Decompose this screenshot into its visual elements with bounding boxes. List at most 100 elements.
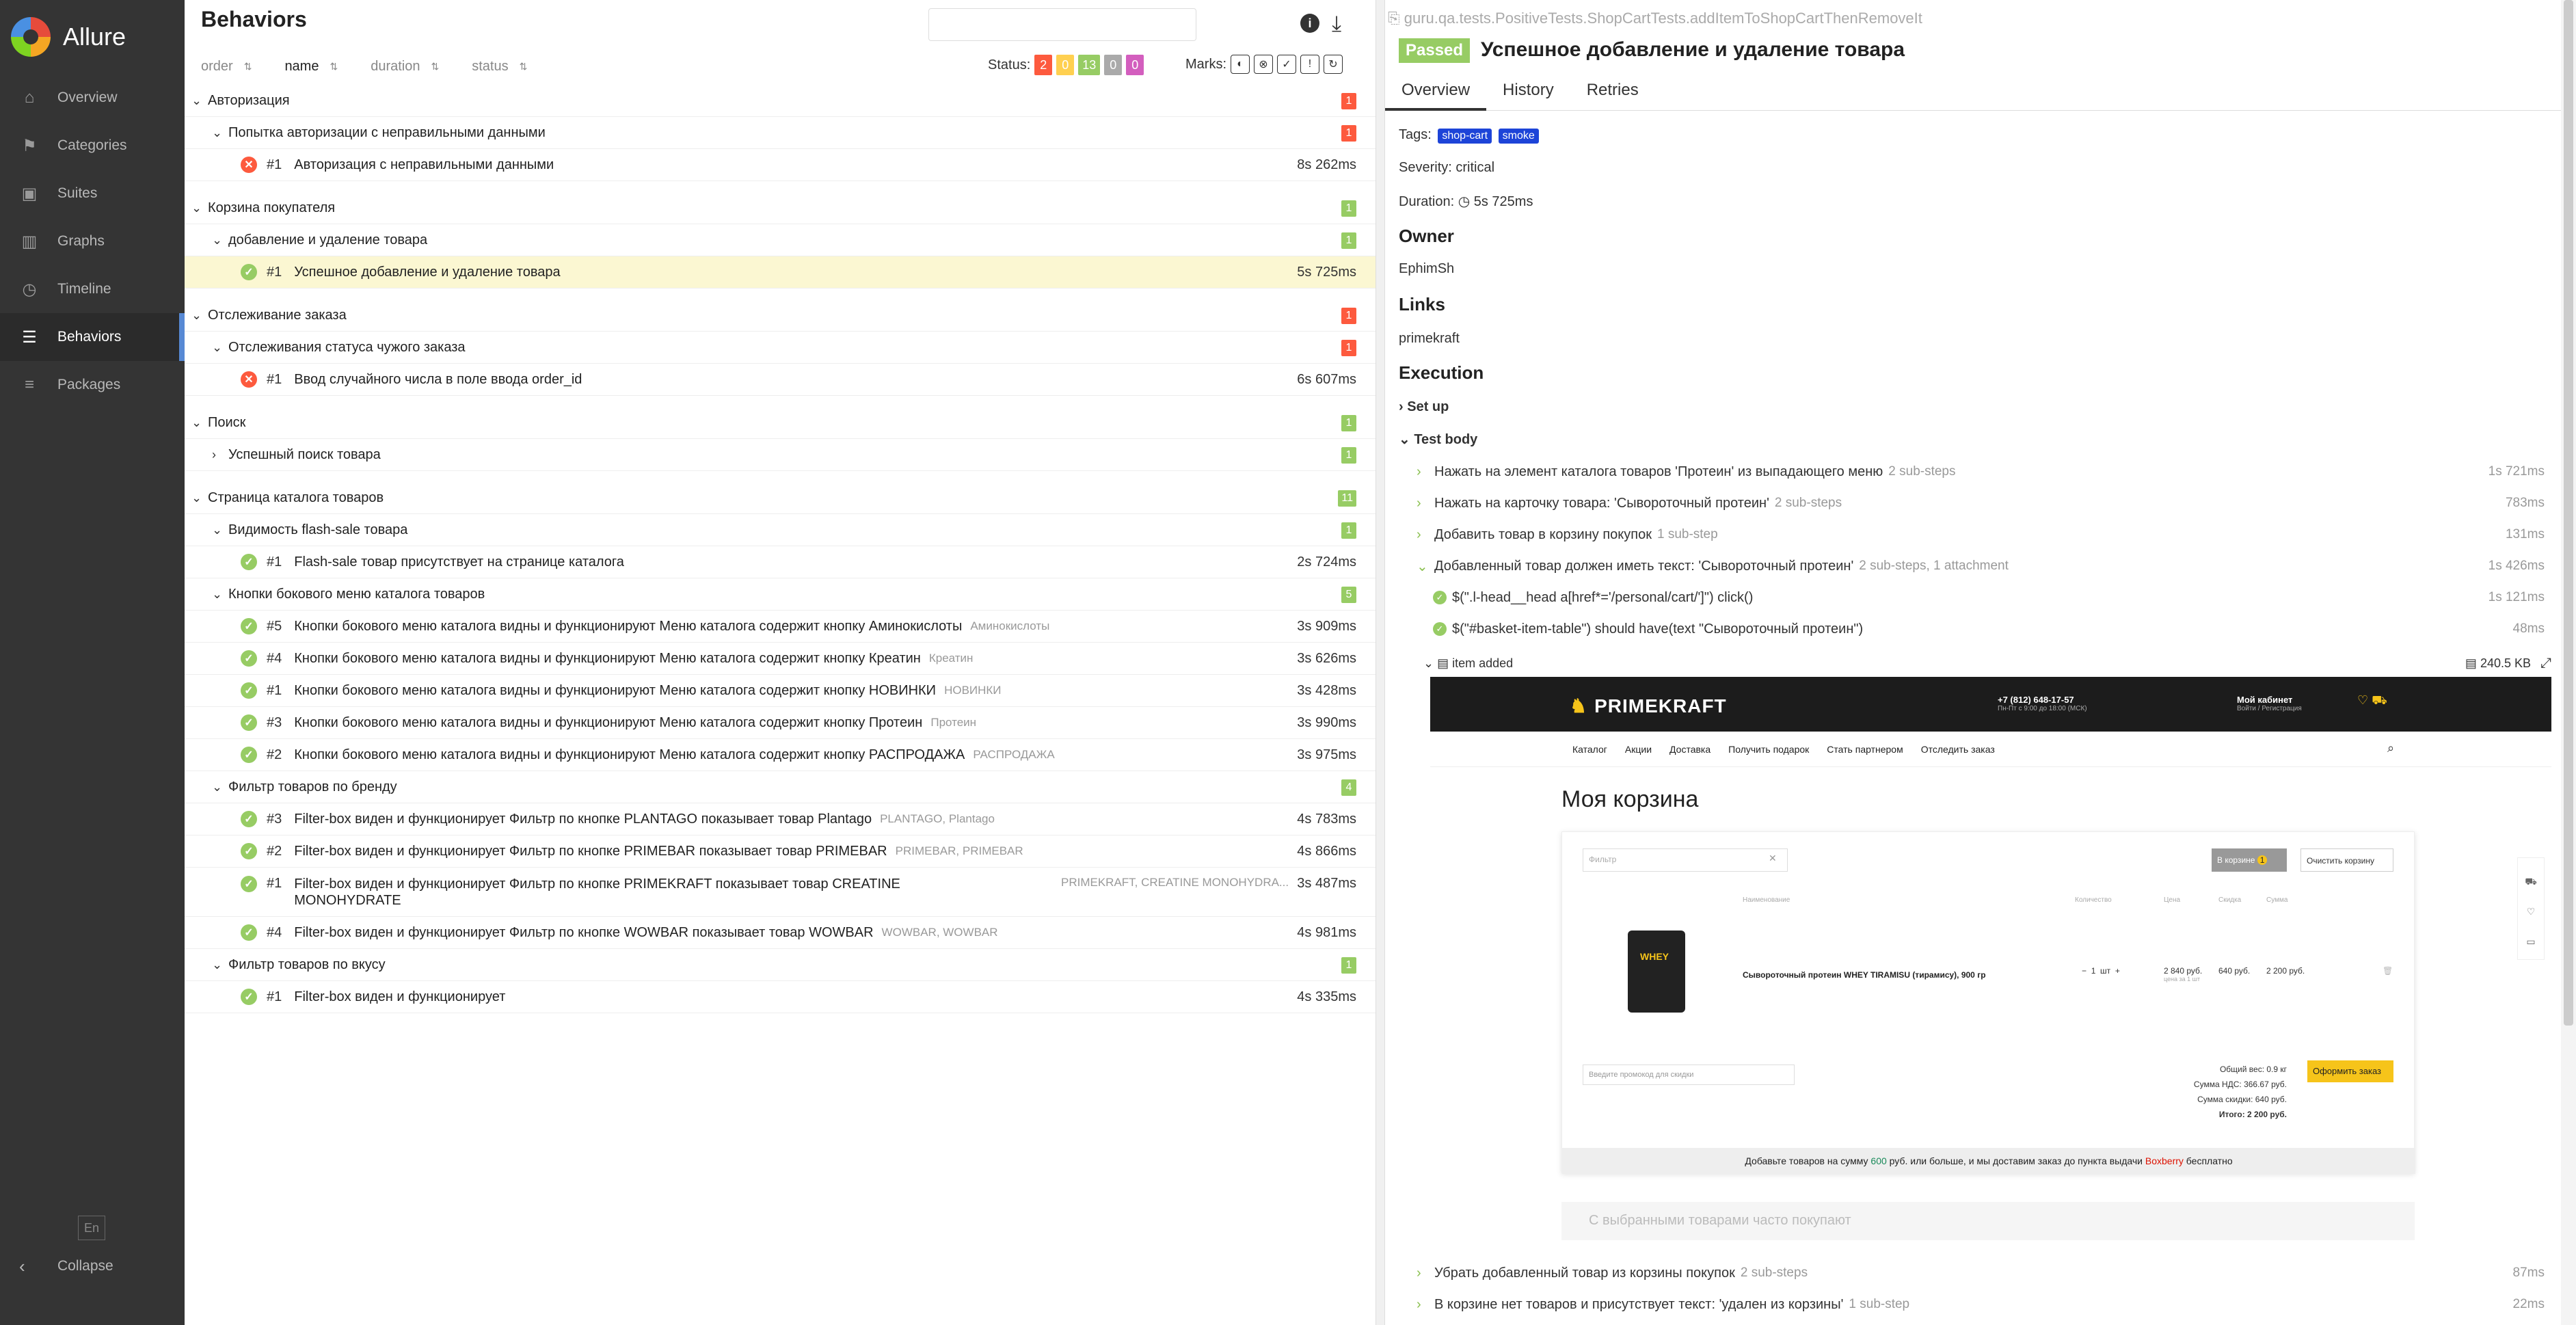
test-case-row[interactable]: ✓ #3 Filter-box виден и функционирует Филь…	[185, 803, 1376, 835]
step-row[interactable]: › Добавить товар в корзину покупок 1 sub…	[1417, 521, 2551, 548]
status-passed-toggle[interactable]: 13	[1078, 55, 1101, 75]
scrollbar-thumb[interactable]	[2564, 0, 2573, 1026]
test-index: #5	[267, 618, 282, 634]
delivery-banner: Добавьте товаров на сумму 600 руб. или б…	[1562, 1148, 2415, 1174]
qty-value: 1	[2091, 966, 2096, 976]
sidebar-item-graphs[interactable]: ▥ Graphs	[0, 217, 185, 265]
test-case-row[interactable]: ✓ #1 Filter-box виден и функционирует 4s 33…	[185, 981, 1376, 1013]
test-case-row[interactable]: ✓ #4 Filter-box виден и функционирует Филь…	[185, 917, 1376, 949]
new-failed-mark-icon[interactable]: ⊗	[1254, 55, 1273, 74]
feature-group[interactable]: ⌄ Отслеживание заказа 1	[185, 299, 1376, 332]
details-scrollbar[interactable]	[2561, 0, 2576, 1325]
collapse-button[interactable]: ‹ Collapse	[19, 1253, 113, 1280]
status-failed-toggle[interactable]: 2	[1034, 55, 1053, 75]
test-case-row[interactable]: ✓ #1 Filter-box виден и функционирует Филь…	[185, 868, 1376, 917]
pane-splitter[interactable]	[1376, 0, 1385, 1325]
sidebar-item-timeline[interactable]: ◷ Timeline	[0, 265, 185, 313]
step-row[interactable]: › В корзине нет товаров и присутствует т…	[1417, 1291, 2551, 1318]
step-row[interactable]: › Нажать на карточку товара: 'Сывороточн…	[1417, 490, 2551, 517]
link-primekraft[interactable]: primekraft	[1399, 331, 1460, 347]
tab-retries[interactable]: Retries	[1570, 72, 1655, 111]
sidebar-item-overview[interactable]: ⌂ Overview	[0, 74, 185, 122]
language-button[interactable]: En	[78, 1216, 105, 1240]
feature-group[interactable]: ⌄ Авторизация 1	[185, 85, 1376, 117]
test-case-row[interactable]: ✓ #1 Успешное добавление и удаление товара…	[185, 256, 1376, 289]
retries-mark-icon[interactable]: ↻	[1324, 55, 1343, 74]
feature-group[interactable]: ⌄ Корзина покупателя 1	[185, 192, 1376, 224]
tab-history[interactable]: History	[1486, 72, 1570, 111]
site-account-sub: Войти / Регистрация	[2237, 705, 2302, 712]
feature-group[interactable]: ⌄ Поиск 1	[185, 407, 1376, 439]
status-broken-toggle[interactable]: 0	[1056, 55, 1075, 75]
test-case-row[interactable]: ✕ #1 Ввод случайного числа в поле ввода or…	[185, 364, 1376, 396]
flaky-mark-icon[interactable]: ◐	[1231, 55, 1250, 74]
test-index: #4	[267, 924, 282, 940]
test-params: PRIMEBAR, PRIMEBAR	[895, 844, 1023, 857]
collapse-label: Collapse	[57, 1258, 113, 1274]
test-fullname-text: guru.qa.tests.PositiveTests.ShopCartTest…	[1404, 10, 1922, 27]
align-left-icon: ≡	[24, 375, 34, 394]
feature-group[interactable]: ⌄ Страница каталога товаров 11	[185, 482, 1376, 514]
sort-duration[interactable]: duration ⇅	[371, 59, 439, 75]
sidebar-item-behaviors[interactable]: ☰ Behaviors	[0, 313, 185, 361]
sidebar-item-packages[interactable]: ≡ Packages	[0, 361, 185, 409]
test-case-row[interactable]: ✓ #2 Filter-box виден и функционирует Филь…	[185, 835, 1376, 868]
new-passed-mark-icon[interactable]: ✓	[1277, 55, 1296, 74]
qty-unit: шт	[2100, 966, 2111, 976]
cart-icon: ⛟	[2372, 693, 2387, 707]
save-icon[interactable]: ▤	[2465, 656, 2480, 670]
chevron-right-icon: ›	[1417, 1265, 1421, 1281]
story-group[interactable]: ⌄ Фильтр товаров по бренду 4	[185, 771, 1376, 803]
sidebar-item-categories[interactable]: ⚑ Categories	[0, 122, 185, 170]
sort-status[interactable]: status ⇅	[472, 59, 527, 75]
story-group[interactable]: › Успешный поиск товара 1	[185, 439, 1376, 471]
attachment-screenshot[interactable]: ♞ PRIMEKRAFT +7 (812) 648-17-57 Пн-Пт с 9…	[1430, 677, 2551, 1251]
chevron-down-icon: ⌄	[212, 957, 223, 972]
test-duration: 3s 626ms	[1297, 650, 1356, 666]
substep-row[interactable]: ✓ $("#basket-item-table") should have(te…	[1433, 615, 2551, 643]
test-case-row[interactable]: ✓ #3 Кнопки бокового меню каталога видны и…	[185, 707, 1376, 739]
test-case-row[interactable]: ✓ #5 Кнопки бокового меню каталога видны и…	[185, 611, 1376, 643]
info-icon[interactable]: i	[1300, 14, 1319, 33]
duration-row: Duration: ◷ 5s 725ms	[1399, 193, 1533, 210]
search-input[interactable]	[928, 8, 1196, 41]
test-duration: 3s 487ms	[1297, 876, 1356, 891]
passed-icon: ✓	[241, 264, 257, 280]
test-case-row[interactable]: ✓ #2 Кнопки бокового меню каталога видны и…	[185, 739, 1376, 771]
story-group[interactable]: ⌄ Кнопки бокового меню каталога товаров 5	[185, 578, 1376, 611]
testbody-toggle[interactable]: ⌄ Test body	[1399, 431, 1477, 448]
test-params: PLANTAGO, Plantago	[880, 812, 995, 825]
sort-duration-label: duration	[371, 58, 420, 74]
test-case-row[interactable]: ✓ #1 Flash-sale товар присутствует на стра…	[185, 546, 1376, 578]
step-row-expanded[interactable]: ⌄ Добавленный товар должен иметь текст: …	[1417, 552, 2551, 580]
story-group[interactable]: ⌄ добавление и удаление товара 1	[185, 224, 1376, 256]
step-row[interactable]: › Нажать на элемент каталога товаров 'Пр…	[1417, 458, 2551, 485]
status-skipped-toggle[interactable]: 0	[1104, 55, 1123, 75]
test-case-row[interactable]: ✓ #1 Кнопки бокового меню каталога видны и…	[185, 675, 1376, 707]
new-broken-mark-icon[interactable]: !	[1300, 55, 1319, 74]
severity: Severity: critical	[1399, 160, 1495, 175]
story-group[interactable]: ⌄ Видимость flash-sale товара 1	[185, 514, 1376, 546]
site-nav-item: Отследить заказ	[1920, 744, 1995, 755]
copy-icon[interactable]: ⎘	[1388, 10, 1400, 27]
tab-overview[interactable]: Overview	[1385, 72, 1487, 111]
brand[interactable]: Allure	[0, 0, 185, 74]
sort-order[interactable]: order ⇅	[201, 59, 252, 75]
download-icon[interactable]: ⤓	[1332, 11, 1341, 37]
attachment-header[interactable]: ⌄ ▤ item added ▤ 240.5 KB ⤢	[1423, 652, 2551, 675]
test-params: WOWBAR, WOWBAR	[881, 926, 998, 939]
status-unknown-toggle[interactable]: 0	[1126, 55, 1144, 75]
test-case-row[interactable]: ✓ #4 Кнопки бокового меню каталога видны и…	[185, 643, 1376, 675]
delivery-text: Добавьте товаров на сумму	[1745, 1155, 1871, 1166]
substep-row[interactable]: ✓ $(".l-head__head a[href*='/personal/ca…	[1433, 584, 2551, 611]
setup-toggle[interactable]: › Set up	[1399, 399, 1449, 415]
sidebar-item-suites[interactable]: ▣ Suites	[0, 170, 185, 217]
fullscreen-icon[interactable]: ⤢	[2540, 656, 2551, 671]
step-row[interactable]: › Убрать добавленный товар из корзины по…	[1417, 1259, 2551, 1287]
test-case-row[interactable]: ✕ #1 Авторизация с неправильными данными 8s…	[185, 149, 1376, 181]
story-group[interactable]: ⌄ Попытка авторизации с неправильными дан…	[185, 117, 1376, 149]
sort-name[interactable]: name ⇅	[284, 59, 338, 75]
story-group[interactable]: ⌄ Отслеживания статуса чужого заказа 1	[185, 332, 1376, 364]
chevron-down-icon: ⌄	[212, 779, 223, 794]
story-group[interactable]: ⌄ Фильтр товаров по вкусу 1	[185, 949, 1376, 981]
